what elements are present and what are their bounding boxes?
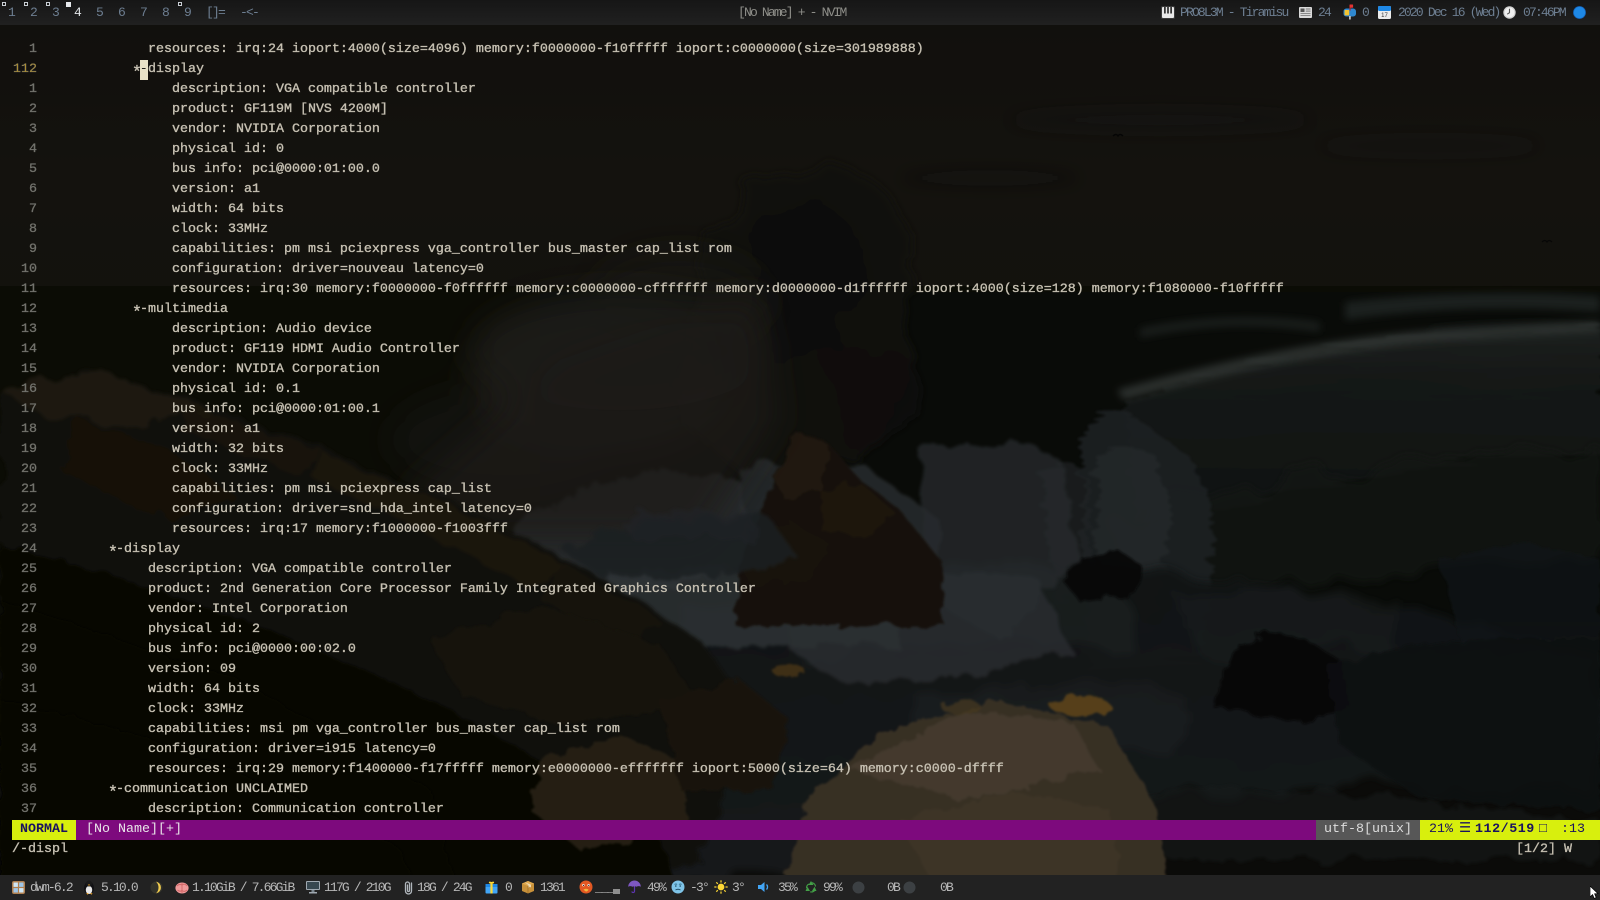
svg-text:17: 17 — [1381, 13, 1388, 19]
